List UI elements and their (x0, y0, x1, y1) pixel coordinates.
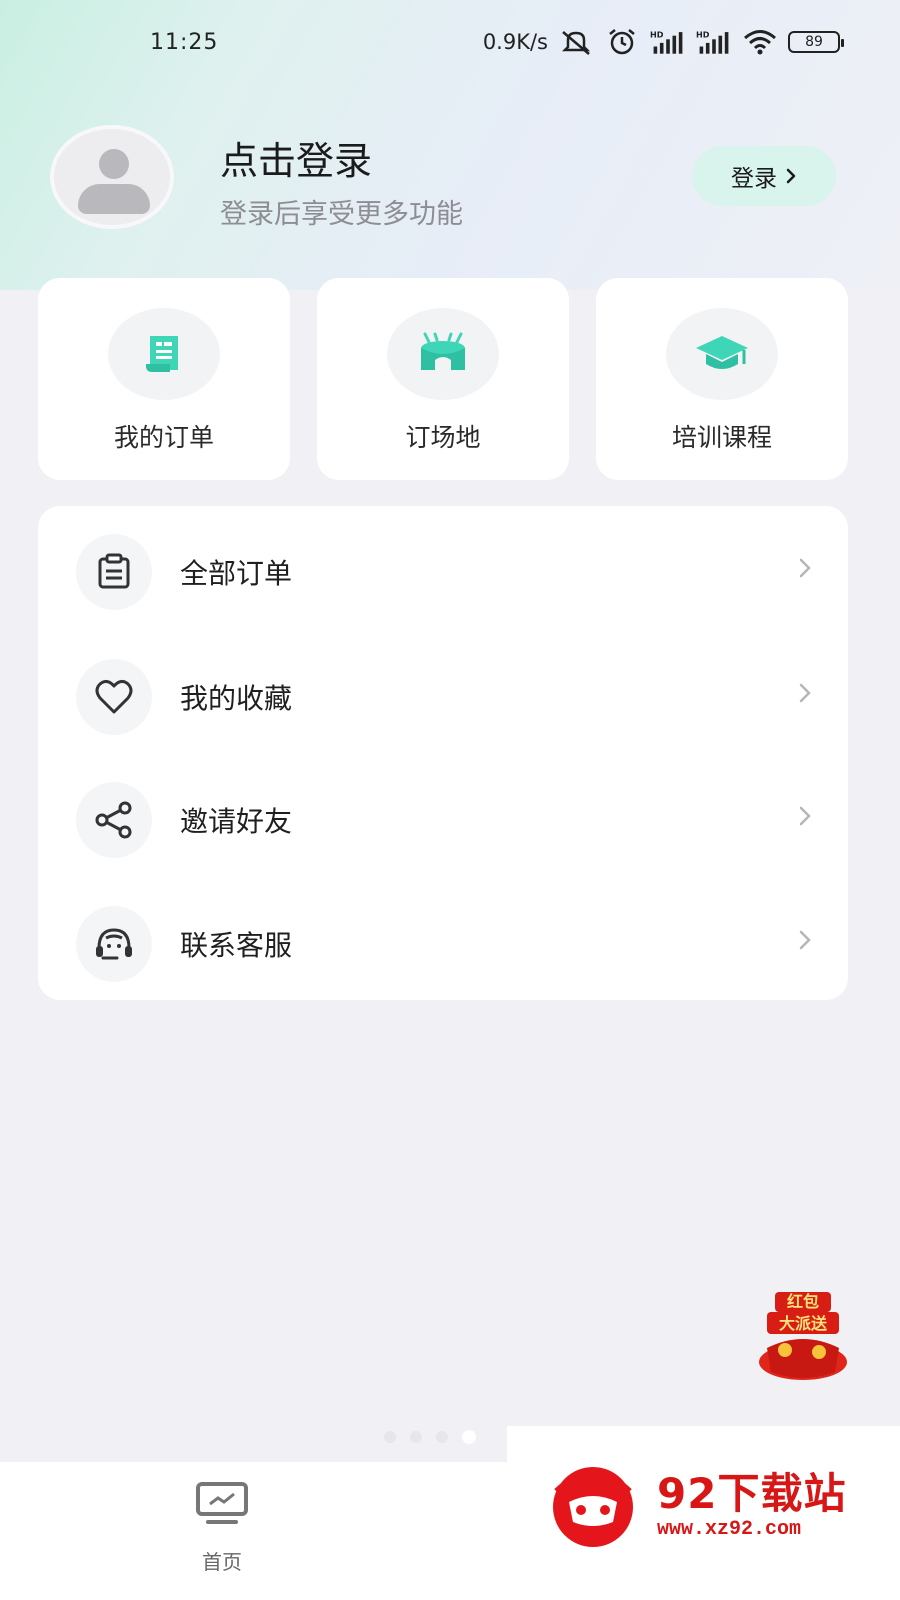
watermark-url: www.xz92.com (657, 1518, 802, 1541)
quick-card-book-venue[interactable]: 订场地 (317, 278, 569, 480)
chevron-right-icon (799, 683, 811, 703)
svg-text:HD: HD (650, 30, 664, 40)
quick-card-my-orders[interactable]: 我的订单 (38, 278, 290, 480)
quick-icon-bg (666, 308, 778, 400)
tab-home-label: 首页 (202, 1550, 242, 1574)
watermark-title: 92下载站 (657, 1469, 847, 1518)
chevron-right-icon (786, 168, 796, 184)
chevron-right-icon (799, 806, 811, 826)
menu-label: 全部订单 (180, 557, 293, 590)
graduation-cap-icon (696, 336, 748, 369)
status-time: 11:25 (150, 30, 219, 55)
mute-icon (561, 31, 591, 55)
svg-text:红包: 红包 (787, 1292, 819, 1311)
menu-icon-bg (76, 534, 152, 610)
avatar-body (78, 184, 150, 214)
menu-item-invite-friends[interactable]: 邀请好友 (38, 760, 848, 870)
alarm-icon (609, 29, 635, 55)
watermark-logo (553, 1467, 633, 1547)
quick-label: 培训课程 (671, 423, 772, 452)
login-button[interactable]: 登录 (692, 146, 836, 206)
quick-card-training-courses[interactable]: 培训课程 (596, 278, 848, 480)
page-indicator (384, 1430, 476, 1444)
menu-label: 联系客服 (180, 929, 293, 962)
home-monitor-icon (196, 1482, 248, 1524)
login-button-label: 登录 (731, 166, 777, 192)
chevron-right-icon (799, 930, 811, 950)
signal-hd-icon: HD (650, 30, 683, 54)
net-speed: 0.9K/s (482, 30, 548, 54)
menu-label: 邀请好友 (180, 805, 293, 838)
svg-text:大派送: 大派送 (779, 1314, 828, 1333)
clipboard-icon (98, 553, 130, 589)
page-dot (436, 1431, 448, 1443)
menu-list: 全部订单 我的收藏 邀请好友 联系客服 (38, 506, 848, 1000)
quick-label: 订场地 (405, 423, 481, 452)
quick-actions: 我的订单 订场地 培训课程 (38, 278, 848, 480)
watermark: 92下载站 www.xz92.com (507, 1426, 900, 1600)
quick-label: 我的订单 (113, 423, 214, 452)
avatar[interactable] (50, 125, 174, 229)
avatar-head (99, 149, 129, 179)
battery-icon: 89 (788, 31, 844, 53)
battery-level: 89 (805, 34, 823, 50)
login-subtitle: 登录后享受更多功能 (220, 199, 463, 230)
status-bar: 11:25 0.9K/s HD HD 89 (0, 0, 900, 88)
menu-icon-bg (76, 659, 152, 735)
page-dot-active (462, 1430, 476, 1444)
login-title[interactable]: 点击登录 (220, 130, 372, 185)
red-packet-badge[interactable]: 红包 大派送 (755, 1290, 851, 1386)
status-icons: 0.9K/s HD HD 89 (482, 26, 844, 58)
heart-icon (95, 679, 133, 714)
quick-icon-bg (108, 308, 220, 400)
menu-icon-bg (76, 782, 152, 858)
signal-hd-icon: HD (696, 30, 729, 54)
wifi-icon (744, 30, 776, 55)
page-dot (410, 1431, 422, 1443)
menu-icon-bg (76, 906, 152, 982)
stadium-icon (421, 332, 465, 370)
profile-header: 点击登录 登录后享受更多功能 登录 (0, 120, 900, 240)
headset-icon (96, 928, 132, 960)
chevron-right-icon (799, 558, 811, 578)
quick-icon-bg (387, 308, 499, 400)
menu-item-all-orders[interactable]: 全部订单 (38, 512, 848, 622)
tab-home[interactable]: 首页 (180, 1480, 264, 1580)
menu-item-customer-service[interactable]: 联系客服 (38, 884, 848, 994)
share-icon (95, 801, 132, 839)
svg-text:HD: HD (696, 30, 710, 40)
menu-label: 我的收藏 (180, 682, 293, 715)
page-dot (384, 1431, 396, 1443)
receipt-icon (146, 336, 178, 372)
menu-item-favorites[interactable]: 我的收藏 (38, 637, 848, 747)
